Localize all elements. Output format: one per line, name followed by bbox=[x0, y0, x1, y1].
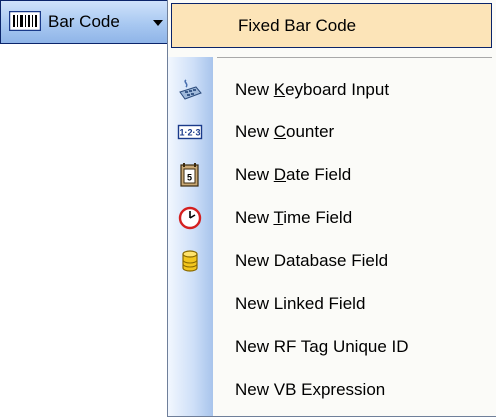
svg-text:1·2·3: 1·2·3 bbox=[179, 128, 200, 138]
menu-item-new-keyboard-input[interactable]: New Keyboard Input bbox=[168, 68, 496, 112]
menu-item-label: Fixed Bar Code bbox=[238, 16, 357, 35]
clock-icon bbox=[178, 206, 202, 230]
menu-item-new-vb-expression[interactable]: New VB Expression bbox=[168, 368, 496, 412]
menu-item-label: New Linked Field bbox=[235, 294, 366, 313]
barcode-icon bbox=[9, 11, 41, 31]
database-icon bbox=[182, 250, 198, 272]
bar-code-menu: Fixed Bar Code New Keyboard Input 1·2·3 … bbox=[167, 0, 496, 417]
bar-code-label: Bar Code bbox=[48, 12, 120, 31]
calendar-icon: 5 bbox=[180, 163, 199, 187]
menu-item-new-rf-tag-unique-id[interactable]: New RF Tag Unique ID bbox=[168, 325, 496, 369]
menu-item-new-counter[interactable]: 1·2·3 New Counter bbox=[168, 110, 496, 154]
menu-item-fixed-bar-code[interactable]: Fixed Bar Code bbox=[171, 3, 492, 48]
bar-code-dropdown-button[interactable]: Bar Code bbox=[0, 0, 174, 44]
svg-text:5: 5 bbox=[187, 173, 192, 183]
chevron-down-icon bbox=[153, 20, 163, 26]
menu-item-label: New Time Field bbox=[235, 208, 353, 227]
counter-icon: 1·2·3 bbox=[177, 124, 203, 140]
menu-separator bbox=[217, 57, 492, 58]
menu-item-new-database-field[interactable]: New Database Field bbox=[168, 239, 496, 283]
keyboard-input-icon bbox=[179, 79, 202, 100]
menu-item-label: New Date Field bbox=[235, 165, 352, 184]
menu-item-label: New Database Field bbox=[235, 251, 389, 270]
menu-item-label: New VB Expression bbox=[235, 380, 386, 399]
screen: Bar Code Fixed Bar Code New Keyboard Inp… bbox=[0, 0, 496, 417]
menu-item-new-date-field[interactable]: 5 New Date Field bbox=[168, 153, 496, 197]
menu-item-label: New Counter bbox=[235, 122, 335, 141]
menu-item-new-time-field[interactable]: New Time Field bbox=[168, 196, 496, 240]
menu-item-label: New Keyboard Input bbox=[235, 80, 390, 99]
menu-item-label: New RF Tag Unique ID bbox=[235, 337, 409, 356]
menu-item-new-linked-field[interactable]: New Linked Field bbox=[168, 282, 496, 326]
